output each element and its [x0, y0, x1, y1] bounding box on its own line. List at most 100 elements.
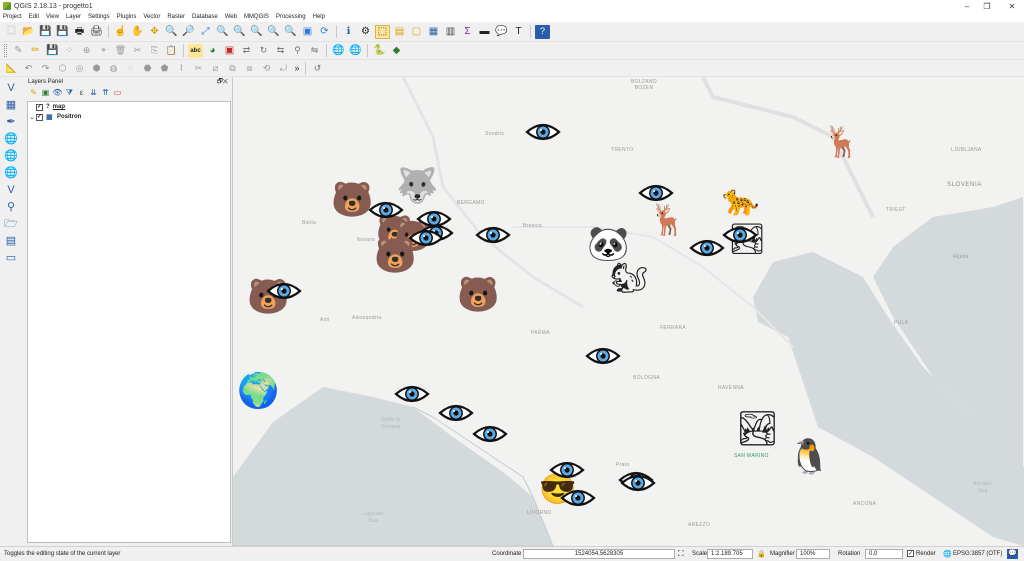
layer-visibility-checkbox[interactable]: ✓	[36, 113, 43, 121]
print-composer-icon[interactable]: 🖶	[72, 25, 87, 39]
menu-plugins[interactable]: Plugins	[117, 14, 137, 20]
pan-touch-icon[interactable]: ☝	[113, 25, 128, 39]
globe-marker[interactable]: 🌍	[237, 374, 279, 414]
chipmunk-marker[interactable]: 🐿	[609, 264, 649, 304]
zoom-last-icon[interactable]: 🔍	[266, 25, 281, 39]
change-label-icon[interactable]: ⇆	[273, 44, 288, 58]
park-marker[interactable]: 🏞	[736, 412, 779, 452]
menu-processing[interactable]: Processing	[276, 14, 306, 20]
deselect-icon[interactable]: ▢	[409, 25, 424, 39]
measure-line-icon[interactable]: Σ	[460, 25, 475, 39]
node-tool-icon[interactable]: ⌖	[96, 44, 111, 58]
measure-icon[interactable]: ⚙	[358, 25, 373, 39]
merge-selected-icon[interactable]: ⧉	[225, 61, 240, 75]
new-shapefile-icon[interactable]: ▭	[3, 251, 19, 266]
add-vector-layer-icon[interactable]: V	[3, 81, 19, 96]
add-mssql-icon[interactable]: ▤	[3, 234, 19, 249]
save-edits-icon[interactable]: 💾	[45, 44, 60, 58]
crs-label[interactable]: EPSG:3857 (OTF)	[953, 551, 1002, 557]
scale-combobox[interactable]: 1:2.189.705	[707, 549, 753, 559]
minimize-button[interactable]: –	[957, 0, 977, 12]
pin-labels-icon[interactable]: ◕	[205, 44, 220, 58]
plugin-icon[interactable]: ◆	[389, 44, 404, 58]
crs-globe-icon[interactable]: 🌐	[943, 550, 952, 558]
split-features-icon[interactable]: ✂	[191, 61, 206, 75]
extents-toggle-icon[interactable]: ⛶	[678, 549, 684, 559]
remove-layer-icon[interactable]: ▭	[112, 88, 123, 98]
chevron-down-icon[interactable]: ⌄	[28, 114, 36, 121]
menu-layer[interactable]: Layer	[66, 14, 81, 20]
label-toolbar-icon[interactable]: abc	[188, 43, 203, 58]
filter-expression-icon[interactable]: ε	[76, 88, 87, 98]
text-annotation-icon[interactable]: T	[511, 25, 526, 39]
map-canvas[interactable]: BOLZANO BOZEN TRENTO BERGAMO Brescia Son…	[233, 77, 1024, 546]
panda-marker[interactable]: 🐼	[587, 227, 629, 267]
eye-marker[interactable]	[266, 280, 302, 302]
rotate-symbols-icon[interactable]: ⟲	[259, 61, 274, 75]
add-group-icon[interactable]: ▣	[40, 88, 51, 98]
menu-project[interactable]: Project	[3, 14, 22, 20]
more-icon[interactable]: »	[293, 61, 301, 75]
new-map-view-icon[interactable]: ▣	[300, 25, 315, 39]
eye-marker[interactable]	[585, 345, 621, 367]
zoom-native-icon[interactable]: 🔍	[249, 25, 264, 39]
add-postgis-icon[interactable]: 🗁	[3, 217, 19, 232]
styling-icon[interactable]: ✎	[28, 88, 39, 98]
zoom-selection-icon[interactable]: 🔍	[215, 25, 230, 39]
save-project-icon[interactable]: 💾	[38, 25, 53, 39]
eye-marker[interactable]	[620, 472, 656, 494]
add-wms-icon[interactable]: 🌐	[3, 132, 19, 147]
delete-ring-icon[interactable]: ◌	[123, 61, 138, 75]
zoom-full-icon[interactable]: ⤢	[198, 25, 213, 39]
simplify-icon[interactable]: ⬡	[55, 61, 70, 75]
magnifier-spinbox[interactable]: 100%	[796, 549, 830, 559]
zoom-out-icon[interactable]: 🔎	[181, 25, 196, 39]
restore-button[interactable]: ❐	[977, 0, 997, 12]
add-raster-layer-icon[interactable]: ▦	[3, 98, 19, 113]
select-features-icon[interactable]: ⬚	[375, 24, 390, 39]
web-icon[interactable]: 🌐	[348, 44, 363, 58]
close-button[interactable]: ✕	[1002, 0, 1022, 12]
layer-row-positron[interactable]: ⌄ ✓ ▦ Positron	[28, 112, 230, 122]
rotate-feature-icon[interactable]: ↺	[310, 61, 325, 75]
identify-icon[interactable]: ℹ	[341, 25, 356, 39]
browser-icon[interactable]: 🌐	[331, 44, 346, 58]
deer-marker[interactable]: 🦌	[822, 128, 862, 168]
digitize-icon[interactable]: 📐	[4, 61, 19, 75]
add-virtual-icon[interactable]: ⚲	[3, 200, 19, 215]
eye-marker[interactable]	[408, 227, 444, 249]
menu-edit[interactable]: Edit	[29, 14, 39, 20]
render-checkbox[interactable]: ✓	[907, 550, 914, 557]
add-part-icon[interactable]: ⬢	[89, 61, 104, 75]
bear-marker[interactable]: 🐻	[457, 278, 499, 318]
move-label-icon[interactable]: ⇄	[239, 44, 254, 58]
open-project-icon[interactable]: 📂	[21, 25, 36, 39]
offset-curve-icon[interactable]: ⌇	[174, 61, 189, 75]
split-parts-icon[interactable]: ⧄	[208, 61, 223, 75]
coordinate-field[interactable]: 1524054,5628305	[523, 549, 675, 559]
bear-marker[interactable]: 🐻	[331, 183, 373, 223]
paste-features-icon[interactable]: 📋	[164, 44, 179, 58]
menu-help[interactable]: Help	[313, 14, 325, 20]
add-spatialite-icon[interactable]: ✒	[3, 115, 19, 130]
zoom-layer-icon[interactable]: 🔍	[232, 25, 247, 39]
rotate-label-icon[interactable]: ↻	[256, 44, 271, 58]
undo-icon[interactable]: ↶	[21, 61, 36, 75]
manage-themes-icon[interactable]: 👁	[52, 88, 63, 98]
eye-marker[interactable]	[638, 182, 674, 204]
move-feature-icon[interactable]: ⊕	[79, 44, 94, 58]
zoom-next-icon[interactable]: 🔍	[283, 25, 298, 39]
deer-marker[interactable]: 🦌	[648, 206, 688, 246]
panel-float-close-icon[interactable]: 🗗✕	[217, 77, 228, 87]
menu-settings[interactable]: Settings	[88, 14, 110, 20]
eye-marker[interactable]	[368, 199, 404, 221]
rotation-spinbox[interactable]: 0,0	[865, 549, 903, 559]
filter-legend-icon[interactable]: ⧩	[64, 88, 75, 98]
annotation-icon[interactable]: ▬	[477, 25, 492, 39]
redo-icon[interactable]: ↷	[38, 61, 53, 75]
copy-features-icon[interactable]: ⎘	[147, 44, 162, 58]
add-wcs-icon[interactable]: 🌐	[3, 149, 19, 164]
messages-icon[interactable]: 💬	[1007, 549, 1018, 559]
refresh-icon[interactable]: ⟳	[317, 25, 332, 39]
help-icon[interactable]: ?	[535, 24, 550, 39]
